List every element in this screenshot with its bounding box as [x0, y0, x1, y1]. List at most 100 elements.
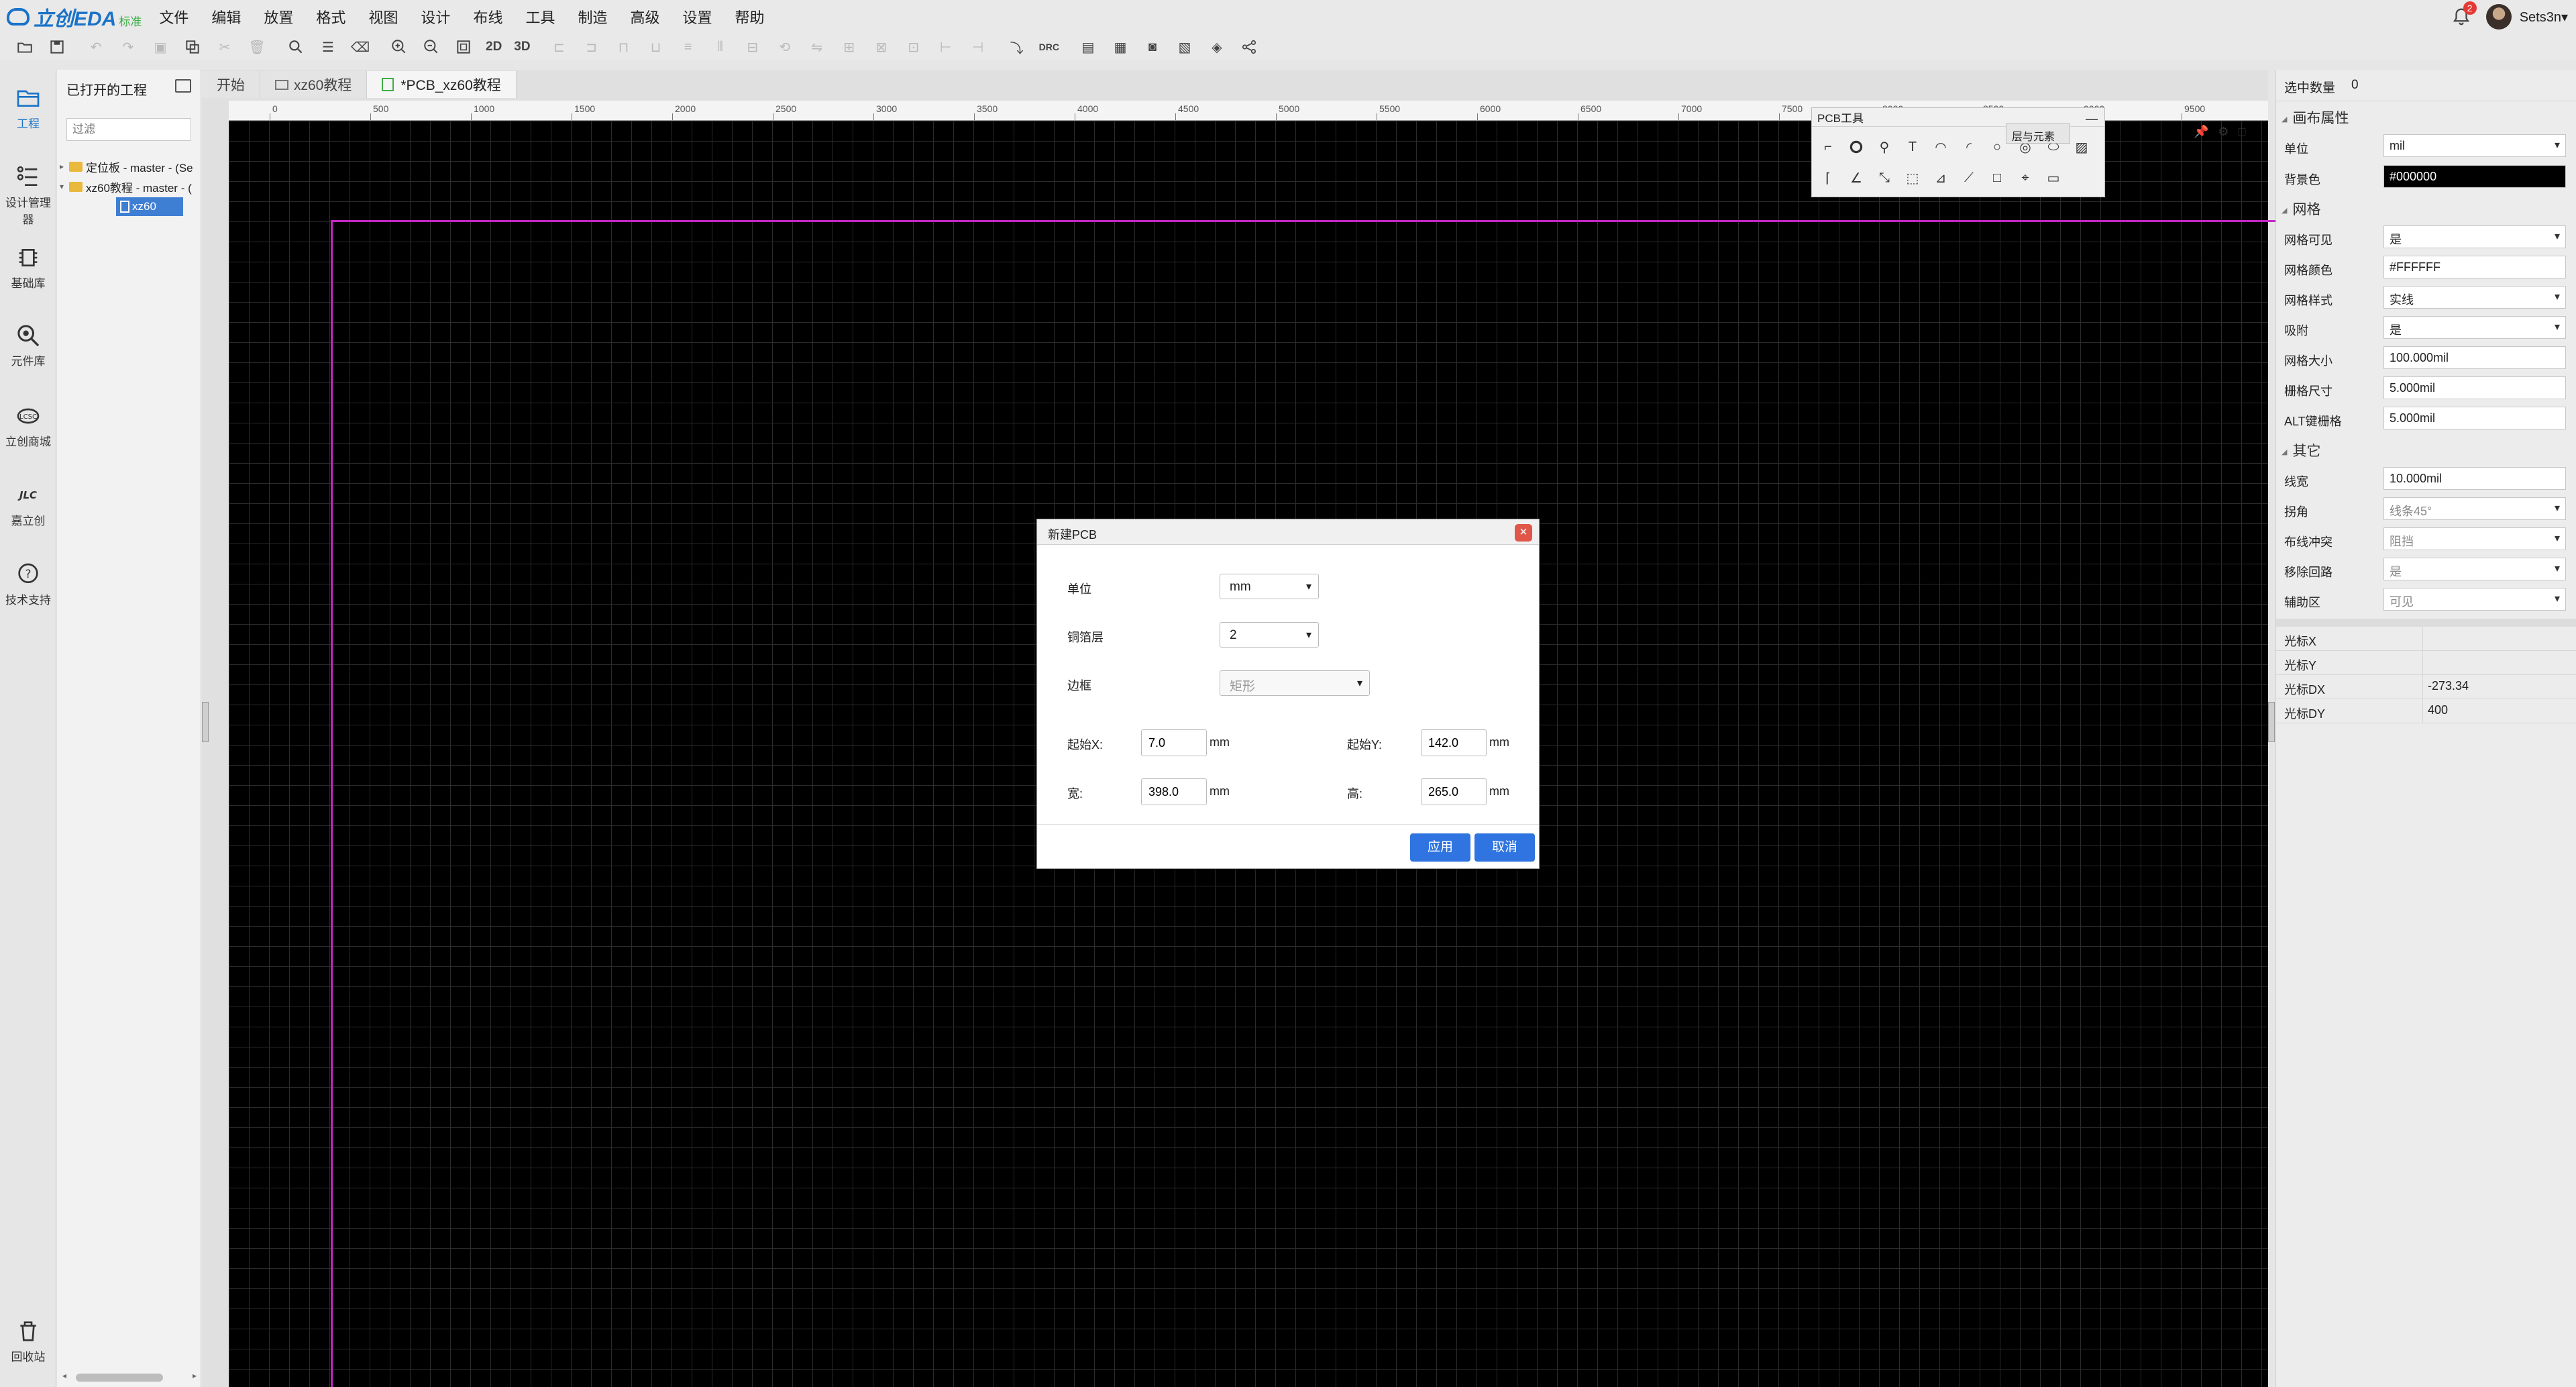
align-center-icon[interactable]: ⊐: [582, 37, 602, 57]
menu-fabrication[interactable]: 制造: [578, 6, 607, 28]
flip-icon[interactable]: ⇋: [807, 37, 827, 57]
lock-icon[interactable]: ⊡: [904, 37, 924, 57]
leftbar-recycle-bin[interactable]: 回收站: [0, 1318, 56, 1364]
canvas-origin-tool-icon[interactable]: ⌖: [2016, 168, 2035, 187]
menu-advanced[interactable]: 高级: [630, 6, 659, 28]
leftbar-design-manager[interactable]: 设计管理器: [0, 164, 56, 227]
arc2-tool-icon[interactable]: ◜: [1960, 138, 1978, 156]
arc-tool-icon[interactable]: ◠: [1931, 138, 1950, 156]
tree-item-project[interactable]: ▾ xz60教程 - master - (: [60, 177, 197, 196]
pin-icon[interactable]: 📌: [2194, 125, 2208, 139]
tab-start[interactable]: 开始: [202, 71, 260, 98]
via-tool-icon[interactable]: ⚲: [1875, 138, 1894, 156]
eraser-icon[interactable]: ⌫: [350, 37, 370, 57]
snap-select[interactable]: 是: [2383, 316, 2566, 339]
collapse-arrow-icon[interactable]: ▾: [60, 182, 69, 191]
camera-icon[interactable]: ◙: [1142, 37, 1163, 57]
settings-gear-icon[interactable]: ⚙: [2218, 125, 2229, 139]
connect-tool-icon[interactable]: ⤡: [1875, 168, 1894, 187]
menu-view[interactable]: 视图: [368, 6, 398, 28]
align-left-icon[interactable]: ⊏: [549, 37, 570, 57]
menu-help[interactable]: 帮助: [735, 6, 765, 28]
alt-snap-field[interactable]: 5.000mil: [2383, 407, 2566, 429]
grid-size-field[interactable]: 100.000mil: [2383, 346, 2566, 369]
open-project-icon[interactable]: [175, 79, 191, 93]
unlock-icon[interactable]: ⊢: [936, 37, 956, 57]
scrollbar-thumb[interactable]: [76, 1374, 163, 1382]
import-icon[interactable]: ⤵: [1007, 37, 1027, 57]
unit-select[interactable]: mil: [2383, 134, 2566, 157]
align-bottom-icon[interactable]: ⊔: [646, 37, 666, 57]
image-icon[interactable]: ▧: [1175, 37, 1195, 57]
grid-visible-select[interactable]: 是: [2383, 225, 2566, 248]
right-panel-splitter[interactable]: [2268, 702, 2275, 742]
pad-tool-icon[interactable]: [1847, 138, 1866, 156]
leftbar-jlc[interactable]: JLC 嘉立创: [0, 482, 56, 528]
fit-view-icon[interactable]: [453, 37, 474, 57]
leftbar-support[interactable]: ? 技术支持: [0, 561, 56, 607]
left-panel-splitter[interactable]: [202, 702, 209, 742]
snap-size-field[interactable]: 5.000mil: [2383, 376, 2566, 399]
angle-tool-icon[interactable]: ∠: [1847, 168, 1866, 187]
remove-loop-select[interactable]: 是: [2383, 558, 2566, 580]
dialog-layers-select[interactable]: 2: [1220, 622, 1319, 648]
section-other[interactable]: 其它: [2282, 440, 2320, 460]
gerber-icon[interactable]: ▦: [1110, 37, 1130, 57]
distribute-h-icon[interactable]: ⫴: [710, 37, 731, 57]
circle-tool-icon[interactable]: ○: [1988, 138, 2006, 156]
user-menu[interactable]: Sets3n▾: [2520, 9, 2568, 25]
notification-bell-icon[interactable]: 2: [2451, 1, 2477, 27]
grid-style-select[interactable]: 实线: [2383, 286, 2566, 309]
open-folder-icon[interactable]: [15, 37, 35, 57]
ungroup-icon[interactable]: ⊠: [871, 37, 892, 57]
bom-icon[interactable]: ▤: [1078, 37, 1098, 57]
rotate-icon[interactable]: ⟲: [775, 37, 795, 57]
save-icon[interactable]: [47, 37, 67, 57]
view-3d-button[interactable]: 3D: [514, 37, 530, 57]
layers-icon[interactable]: ◈: [1207, 37, 1227, 57]
text-tool-icon[interactable]: T: [1903, 138, 1922, 156]
track-tool-icon[interactable]: ⌐: [1819, 138, 1837, 156]
apply-button[interactable]: 应用: [1410, 833, 1470, 862]
view-2d-button[interactable]: 2D: [486, 37, 502, 57]
solid-region-tool-icon[interactable]: ⬚: [1903, 168, 1922, 187]
leftbar-basic-library[interactable]: 基础库: [0, 244, 56, 291]
dialog-unit-select[interactable]: mm: [1220, 574, 1319, 599]
grid-color-field[interactable]: #FFFFFF: [2383, 256, 2566, 278]
dialog-start-y-input[interactable]: [1421, 729, 1487, 756]
menu-edit[interactable]: 编辑: [211, 6, 241, 28]
tree-item-document[interactable]: xz60: [116, 197, 183, 216]
cut-icon[interactable]: ✂: [215, 37, 235, 57]
menu-file[interactable]: 文件: [159, 6, 189, 28]
copy-icon[interactable]: [182, 37, 203, 57]
distribute-v-icon[interactable]: ⊟: [743, 37, 763, 57]
horizontal-scrollbar[interactable]: ◂ ▸: [62, 1371, 197, 1383]
redo-icon[interactable]: ↷: [118, 37, 138, 57]
avatar[interactable]: [2485, 4, 2512, 30]
minimize-icon[interactable]: —: [2086, 112, 2098, 126]
menu-route[interactable]: 布线: [473, 6, 502, 28]
menu-settings[interactable]: 设置: [683, 6, 712, 28]
section-grid[interactable]: 网格: [2282, 199, 2320, 219]
tab-project[interactable]: xz60教程: [260, 71, 368, 98]
app-logo[interactable]: 立创EDA 标准: [7, 0, 142, 34]
dimension-tool-icon[interactable]: ⌈: [1819, 168, 1837, 187]
find-replace-icon[interactable]: ☰: [318, 37, 338, 57]
tree-item-project[interactable]: ▸ 定位板 - master - (Se: [60, 157, 197, 176]
line-tool-icon[interactable]: ⟋: [1960, 168, 1978, 187]
corner-select[interactable]: 线条45°: [2383, 497, 2566, 520]
leftbar-project[interactable]: 工程: [0, 85, 56, 131]
delete-icon[interactable]: 🗑: [247, 37, 267, 57]
aux-select[interactable]: 可见: [2383, 588, 2566, 611]
maximize-icon[interactable]: □: [2239, 125, 2246, 139]
conflict-select[interactable]: 阻挡: [2383, 527, 2566, 550]
expand-arrow-icon[interactable]: ▸: [60, 162, 69, 171]
dialog-start-x-input[interactable]: [1141, 729, 1207, 756]
leftbar-component-library[interactable]: 元件库: [0, 322, 56, 368]
dialog-height-input[interactable]: [1421, 778, 1487, 805]
project-filter-input[interactable]: [66, 118, 191, 141]
leftbar-lcsc-store[interactable]: LCSC 立创商城: [0, 403, 56, 449]
group-icon[interactable]: ⊞: [839, 37, 859, 57]
cancel-button[interactable]: 取消: [1474, 833, 1535, 862]
drc-button[interactable]: DRC: [1039, 37, 1059, 57]
